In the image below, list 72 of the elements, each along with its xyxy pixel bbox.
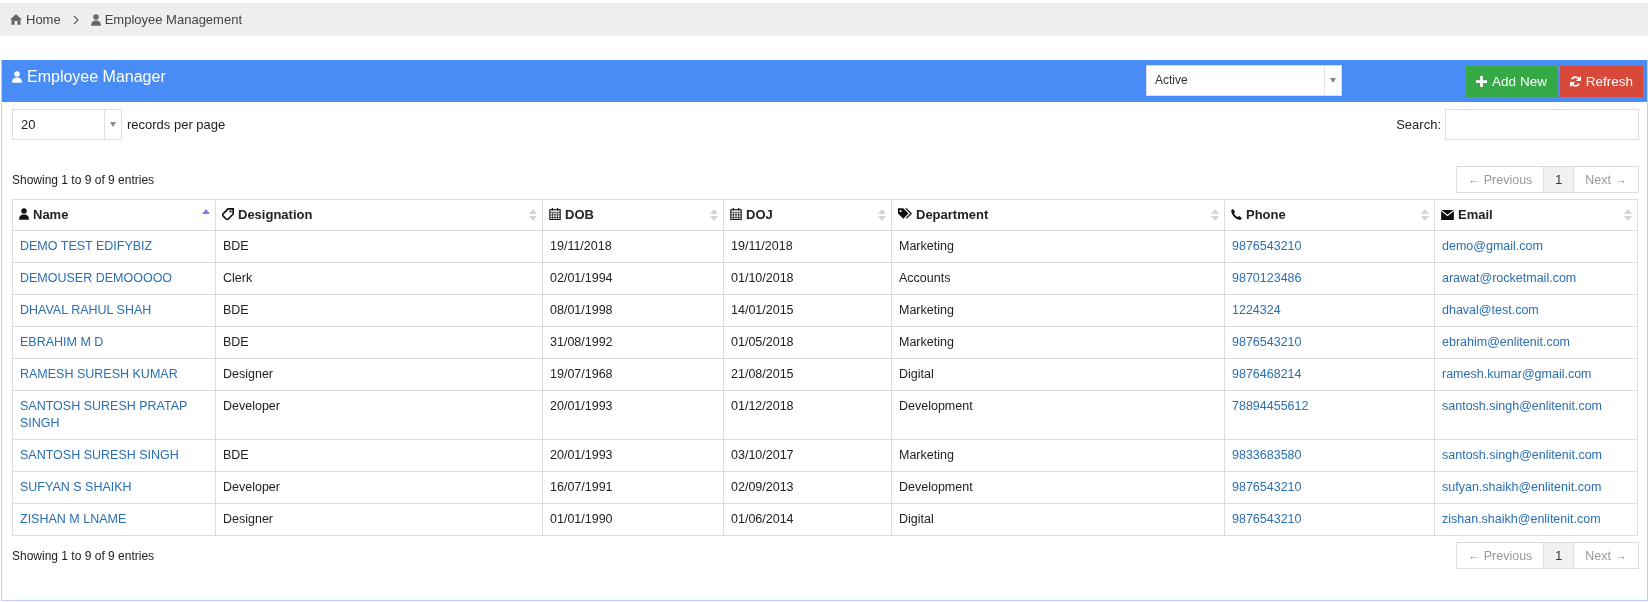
tags-icon bbox=[898, 208, 912, 221]
page-size-dropdown[interactable]: 20 bbox=[12, 108, 122, 140]
table-cell: 03/10/2017 bbox=[723, 439, 892, 472]
table-cell: 01/12/2018 bbox=[723, 390, 892, 440]
table-cell: BDE bbox=[215, 326, 543, 359]
status-dropdown[interactable]: Active bbox=[1146, 64, 1342, 96]
table-cell: 01/10/2018 bbox=[723, 262, 892, 295]
table-cell: Marketing bbox=[891, 439, 1225, 472]
user-icon bbox=[19, 208, 29, 221]
refresh-button[interactable]: Refresh bbox=[1560, 65, 1643, 97]
table-cell: Clerk bbox=[215, 262, 543, 295]
calendar-icon bbox=[730, 208, 742, 221]
table-cell: Development bbox=[891, 390, 1225, 440]
table-cell: Digital bbox=[891, 358, 1225, 391]
table-cell: BDE bbox=[215, 439, 543, 472]
phone-icon bbox=[1231, 209, 1242, 220]
user-icon bbox=[90, 13, 101, 26]
page-size-label: records per page bbox=[127, 116, 226, 132]
tag-icon bbox=[222, 208, 234, 221]
caret-icon bbox=[110, 121, 116, 127]
table-cell: Developer bbox=[215, 471, 543, 504]
entries-info: Showing 1 to 9 of 9 entries bbox=[12, 172, 155, 187]
table-cell: 08/01/1998 bbox=[542, 294, 724, 327]
home-icon bbox=[10, 14, 22, 25]
table-cell: 19/07/1968 bbox=[542, 358, 724, 391]
column-header[interactable]: Phone bbox=[1224, 199, 1435, 231]
table-cell: 02/01/1994 bbox=[542, 262, 724, 295]
table-cell: Marketing bbox=[891, 230, 1225, 263]
column-header[interactable]: Email bbox=[1434, 199, 1638, 231]
table-cell: Marketing bbox=[891, 294, 1225, 327]
table-cell: 01/05/2018 bbox=[723, 326, 892, 359]
table-cell: BDE bbox=[215, 230, 543, 263]
table-cell: 21/08/2015 bbox=[723, 358, 892, 391]
table-cell: Marketing bbox=[891, 326, 1225, 359]
table-cell: Digital bbox=[891, 503, 1225, 536]
table-cell: 19/11/2018 bbox=[542, 230, 724, 263]
table-cell: 02/09/2013 bbox=[723, 471, 892, 504]
envelope-icon bbox=[1441, 209, 1454, 220]
table-cell: Developer bbox=[215, 390, 543, 440]
page-button[interactable]: 1 bbox=[1543, 543, 1574, 568]
page-button[interactable]: 1 bbox=[1543, 167, 1574, 192]
chevron-right-icon bbox=[72, 14, 79, 25]
column-header[interactable]: Name bbox=[12, 199, 216, 231]
entries-info: Showing 1 to 9 of 9 entries bbox=[12, 548, 155, 563]
table-cell: 19/11/2018 bbox=[723, 230, 892, 263]
column-header[interactable]: Designation bbox=[215, 199, 543, 231]
table-cell: Designer bbox=[215, 358, 543, 391]
breadcrumb-text: Employee Management bbox=[104, 12, 242, 27]
breadcrumb-link[interactable]: Home bbox=[26, 12, 61, 27]
table-cell: 01/01/1990 bbox=[542, 503, 724, 536]
column-header[interactable]: Department bbox=[891, 199, 1225, 231]
panel-title: Employee Manager bbox=[27, 67, 166, 86]
table-cell: 14/01/2015 bbox=[723, 294, 892, 327]
table-cell: Accounts bbox=[891, 262, 1225, 295]
user-icon bbox=[12, 70, 22, 83]
table-cell: 16/07/1991 bbox=[542, 471, 724, 504]
search-field[interactable] bbox=[1445, 108, 1639, 140]
refresh-icon bbox=[1569, 75, 1581, 87]
calendar-icon bbox=[549, 208, 561, 221]
column-header[interactable]: DOB bbox=[542, 199, 724, 231]
table-cell: 01/06/2014 bbox=[723, 503, 892, 536]
search-label: Search: bbox=[1396, 116, 1441, 132]
table-cell: 20/01/1993 bbox=[542, 439, 724, 472]
table-cell: 20/01/1993 bbox=[542, 390, 724, 440]
column-header[interactable]: DOJ bbox=[723, 199, 892, 231]
table-cell: Development bbox=[891, 471, 1225, 504]
plus-icon bbox=[1476, 75, 1488, 87]
table-cell: 31/08/1992 bbox=[542, 326, 724, 359]
caret-icon bbox=[1330, 77, 1336, 83]
add-new-button[interactable]: Add New bbox=[1466, 65, 1557, 97]
table-cell: BDE bbox=[215, 294, 543, 327]
table-cell: Designer bbox=[215, 503, 543, 536]
